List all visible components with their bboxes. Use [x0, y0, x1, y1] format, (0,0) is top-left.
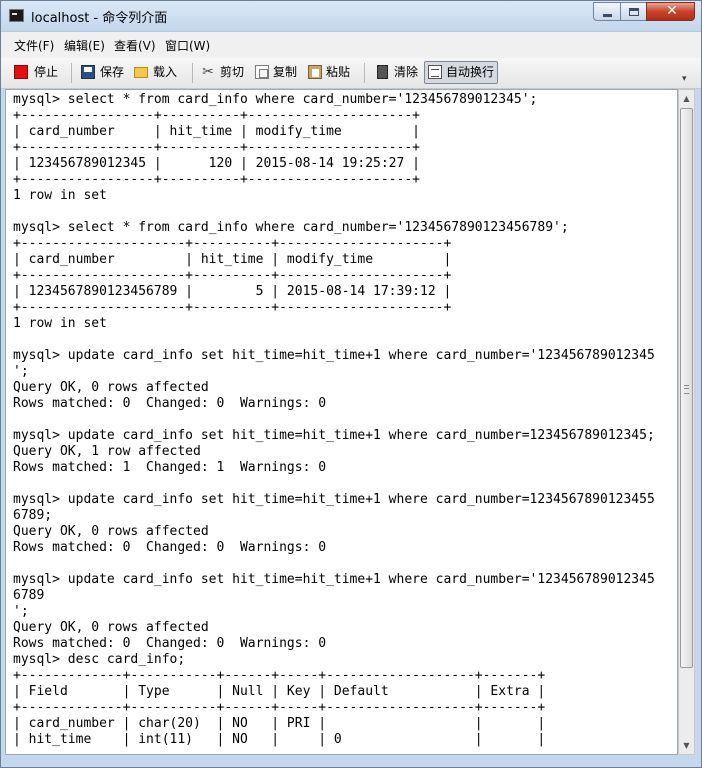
stop-label: 停止 — [34, 65, 59, 79]
title-bar[interactable]: localhost - 命令列介面 ✕ — [1, 1, 701, 31]
maximize-button[interactable] — [620, 2, 647, 21]
toolbar-overflow-chevron-icon[interactable]: ▾ — [682, 74, 687, 84]
maximize-icon — [629, 8, 639, 16]
scroll-down-arrow-icon[interactable]: ▼ — [679, 737, 694, 754]
app-window: localhost - 命令列介面 ✕ 文件(F) 编辑(E) 查看(V) 窗口… — [0, 0, 702, 768]
save-label: 保存 — [100, 65, 125, 79]
vertical-scrollbar[interactable]: ▲ ▼ — [678, 89, 695, 755]
toolbar: 停止 保存 载入 ✂ 剪切 复制 粘贴 清除 自动换行 ▾ — [1, 58, 701, 89]
clear-label: 清除 — [394, 65, 419, 79]
folder-icon — [134, 67, 148, 78]
close-button[interactable]: ✕ — [646, 2, 695, 21]
toolbar-divider — [364, 63, 365, 83]
menu-window[interactable]: 窗口(W) — [165, 37, 210, 54]
paste-label: 粘贴 — [326, 65, 351, 79]
window-title: localhost - 命令列介面 — [31, 11, 168, 26]
paste-button[interactable]: 粘贴 — [306, 61, 356, 84]
console-text: mysql> select * from card_info where car… — [13, 92, 655, 747]
menu-bar: 文件(F) 编辑(E) 查看(V) 窗口(W) — [1, 31, 701, 58]
word-wrap-toggle[interactable]: 自动换行 — [424, 61, 498, 84]
word-wrap-icon — [428, 65, 442, 79]
cut-button[interactable]: ✂ 剪切 — [199, 61, 249, 84]
menu-file[interactable]: 文件(F) — [14, 37, 54, 54]
stop-icon — [14, 65, 28, 79]
scrollbar-thumb[interactable] — [680, 108, 693, 668]
load-label: 载入 — [153, 65, 178, 79]
terminal-icon[interactable] — [9, 9, 24, 22]
copy-label: 复制 — [273, 65, 298, 79]
clear-button[interactable]: 清除 — [373, 61, 421, 84]
copy-button[interactable]: 复制 — [253, 61, 303, 84]
clear-icon — [377, 65, 388, 79]
toolbar-divider — [71, 63, 72, 83]
scrollbar-grip-icon — [684, 385, 689, 394]
menu-view[interactable]: 查看(V) — [114, 37, 156, 54]
load-button[interactable]: 载入 — [132, 61, 182, 84]
cut-label: 剪切 — [220, 65, 245, 79]
scissors-icon: ✂ — [202, 64, 214, 80]
minimize-icon — [603, 14, 612, 17]
save-icon — [81, 65, 95, 79]
stop-button[interactable]: 停止 — [11, 61, 63, 84]
console-output[interactable]: mysql> select * from card_info where car… — [5, 89, 678, 755]
scroll-up-arrow-icon[interactable]: ▲ — [679, 90, 694, 107]
word-wrap-label: 自动换行 — [446, 65, 495, 79]
minimize-button[interactable] — [593, 2, 621, 21]
clipboard-icon — [308, 65, 322, 79]
toolbar-divider — [192, 63, 193, 83]
close-icon: ✕ — [666, 3, 678, 19]
menu-edit[interactable]: 编辑(E) — [64, 37, 105, 54]
copy-icon — [255, 65, 269, 79]
window-bottom-border — [1, 755, 701, 767]
save-button[interactable]: 保存 — [78, 61, 128, 84]
